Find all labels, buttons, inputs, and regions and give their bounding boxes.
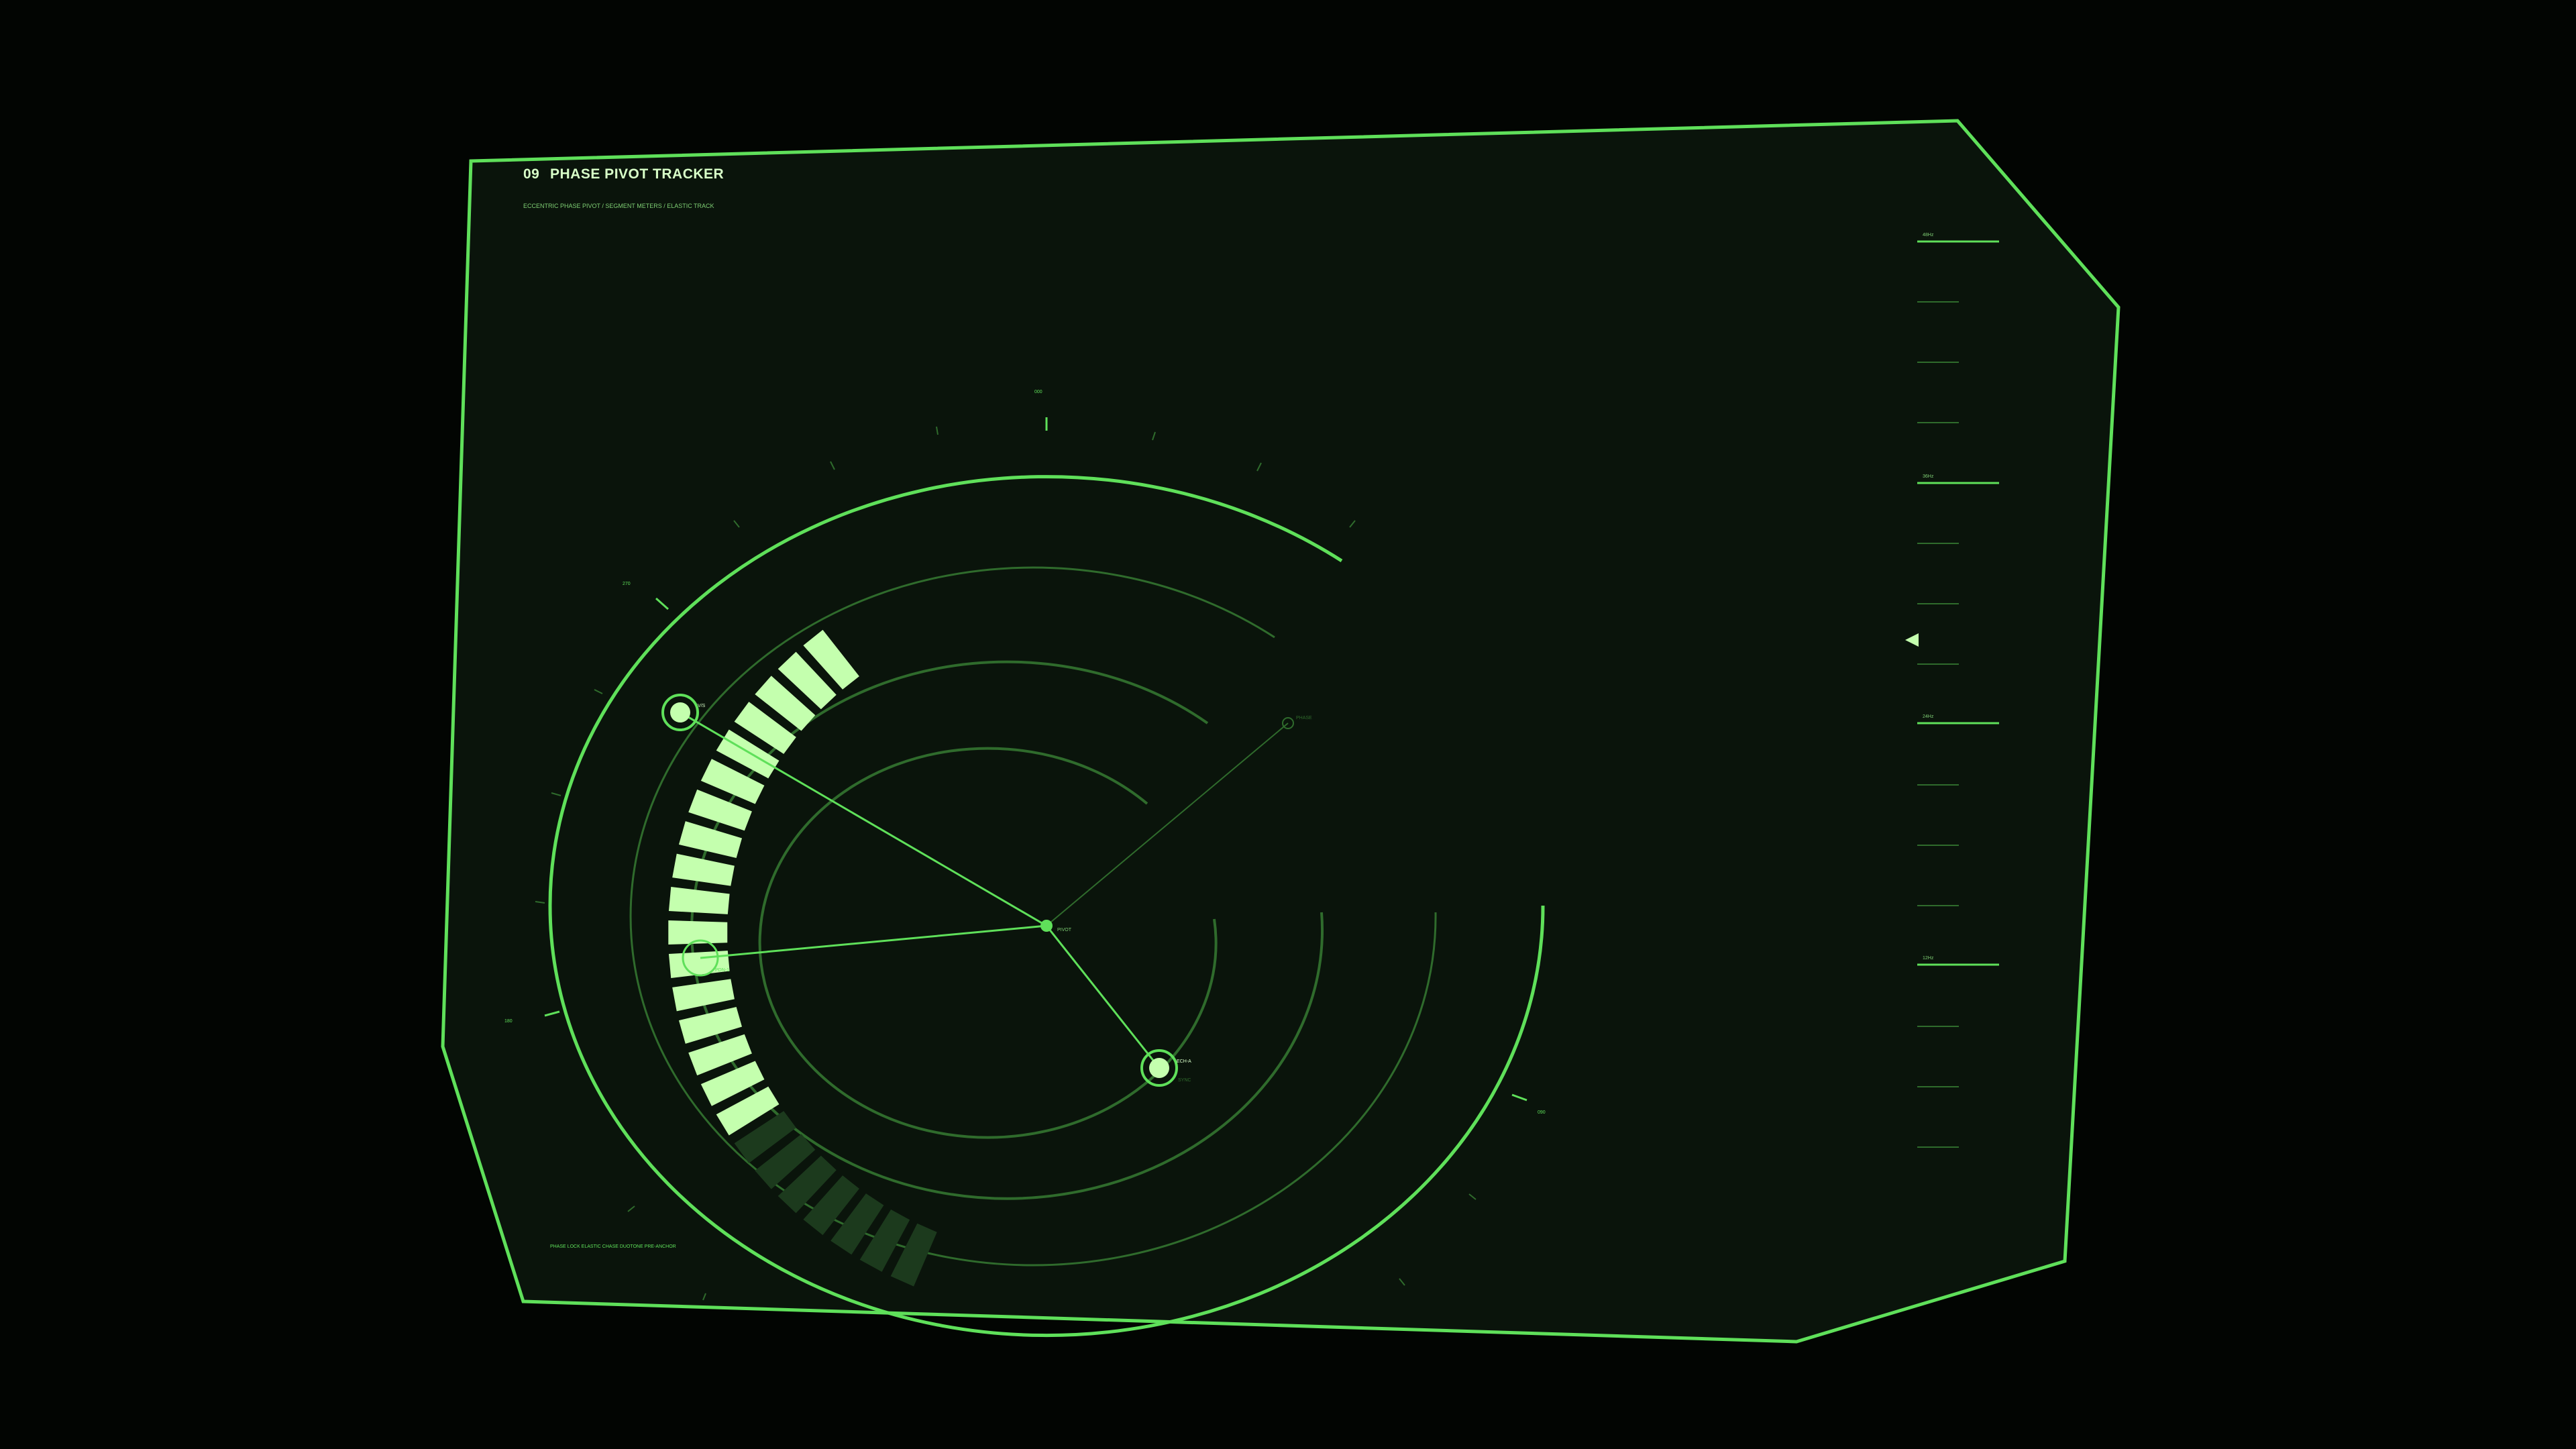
node-core <box>1149 1058 1169 1078</box>
dial-label-left: 270 <box>623 582 631 586</box>
node-core <box>670 702 690 722</box>
panel-title: PHASE PIVOT TRACKER <box>550 166 724 182</box>
footer-status: PHASE LOCK ELASTIC CHASE DUOTONE PRE-ANC… <box>550 1244 676 1249</box>
pivot-label: PIVOT <box>1057 928 1072 932</box>
node-upper-right-label: PHASE <box>1296 716 1312 720</box>
node-left-label: PDN-1 <box>715 968 729 973</box>
panel-index: 09 <box>523 166 539 182</box>
node-upper-left-label: V/S <box>698 704 706 708</box>
panel-frame <box>441 119 2121 1344</box>
scale-label-12: 12Hz <box>1923 956 1934 961</box>
dial-label-far-left: 180 <box>504 1019 513 1024</box>
scale-label-48: 48Hz <box>1923 233 1934 237</box>
node-lower-right-sub: SYNC <box>1178 1078 1191 1083</box>
hud-canvas: 09 PHASE PIVOT TRACKER ECCENTRIC PHASE P… <box>441 119 2121 1344</box>
node-lower-right-label: ECH-A <box>1177 1059 1191 1064</box>
panel-subtitle: ECCENTRIC PHASE PIVOT / SEGMENT METERS /… <box>523 203 714 209</box>
scale-label-24: 24Hz <box>1923 714 1934 719</box>
dial-label-right: 090 <box>1538 1110 1546 1115</box>
scale-label-36: 36Hz <box>1923 474 1934 479</box>
dial-label-top: 000 <box>1034 390 1042 394</box>
pivot-dot <box>1040 920 1053 932</box>
